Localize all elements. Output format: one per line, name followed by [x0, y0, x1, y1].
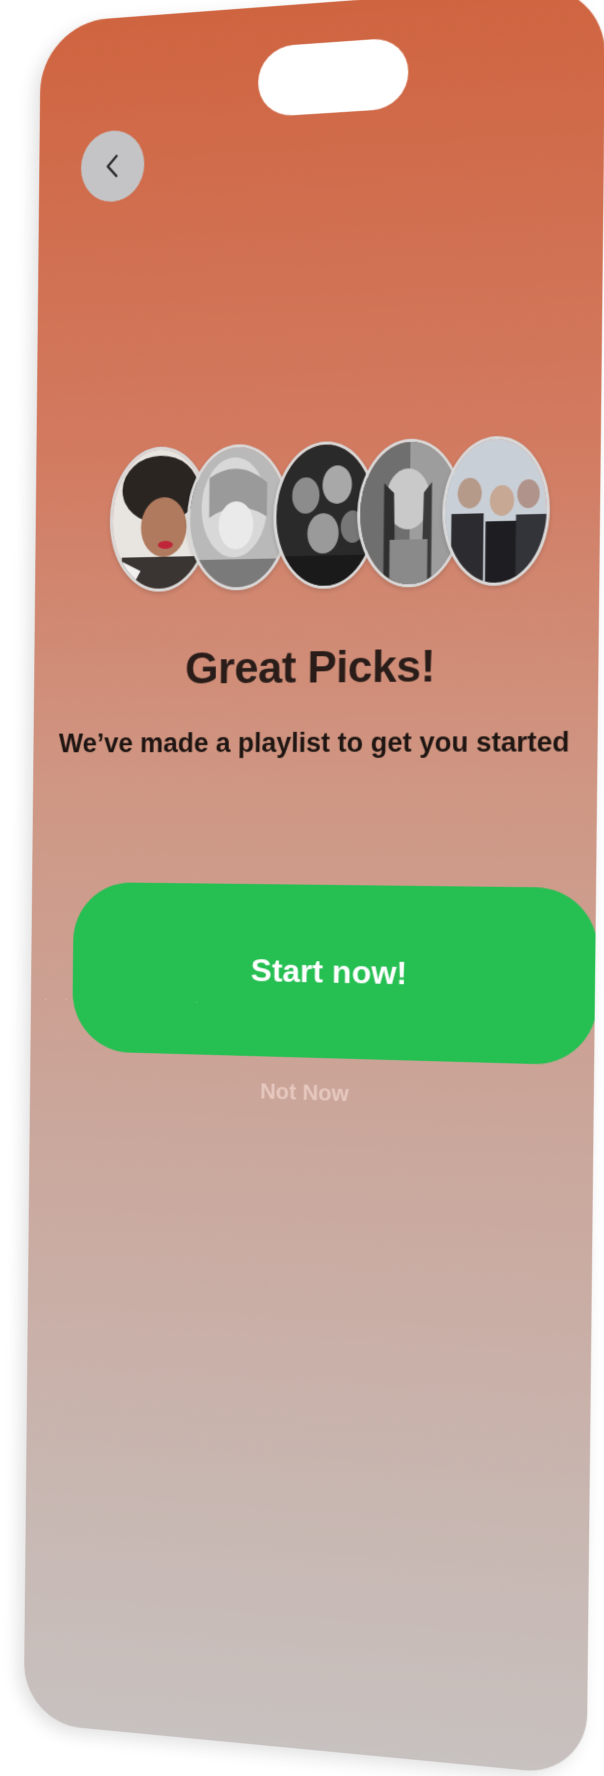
artist-avatars — [109, 434, 551, 593]
back-button[interactable] — [80, 128, 145, 204]
not-now-link[interactable]: Not Now — [30, 1071, 594, 1115]
start-now-button[interactable]: Start now! — [72, 881, 599, 1066]
page-title: Great Picks! — [184, 641, 436, 694]
chevron-left-icon — [101, 152, 124, 181]
page-subtitle: We’ve made a playlist to get you started — [58, 726, 570, 759]
artist-avatar — [441, 434, 551, 587]
phone-screen: Great Picks! We’ve made a playlist to ge… — [23, 0, 604, 1776]
dynamic-island — [257, 36, 409, 118]
